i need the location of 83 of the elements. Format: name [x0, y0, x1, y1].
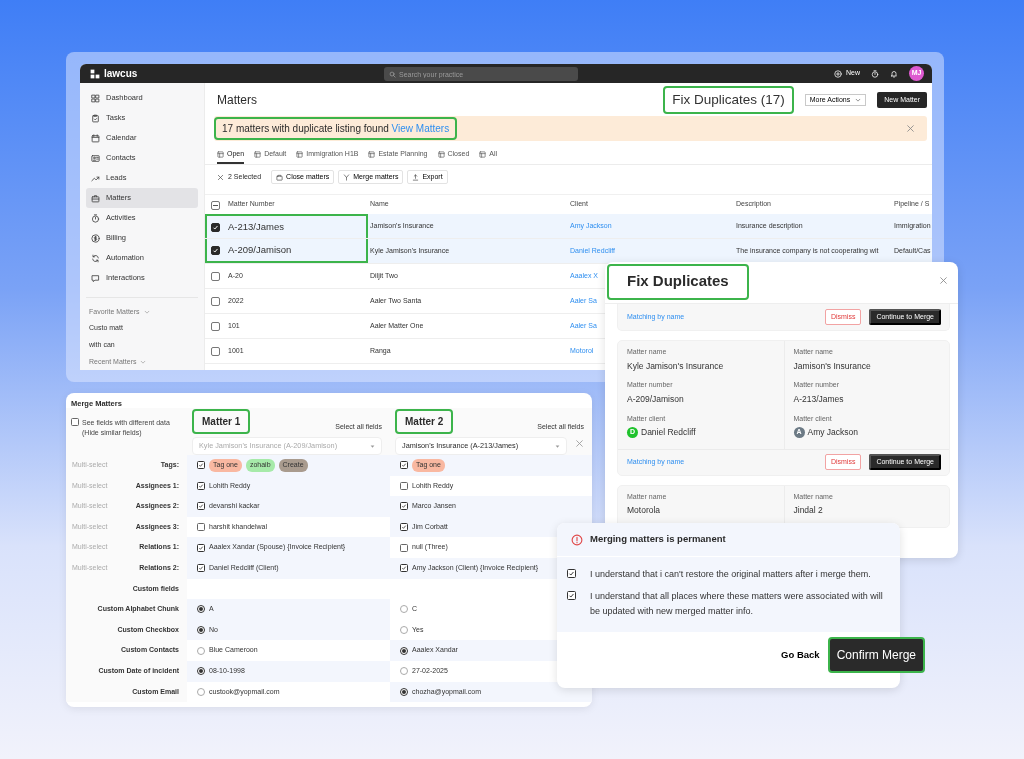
coin-icon — [91, 233, 100, 243]
briefcase-icon — [91, 193, 100, 203]
trend-icon — [91, 173, 100, 183]
checkbox[interactable] — [211, 245, 220, 255]
grid-icon — [91, 93, 100, 103]
caret-icon — [370, 443, 375, 449]
checkbox[interactable] — [197, 543, 205, 552]
logo-text: lawcus — [104, 67, 138, 81]
checkbox[interactable] — [567, 591, 576, 600]
checkbox[interactable] — [71, 418, 79, 426]
page-title: Matters — [217, 92, 257, 109]
field-value: A-209/Jamison — [627, 392, 684, 406]
search-icon — [389, 70, 396, 78]
table-icon — [296, 150, 304, 158]
field-value: Motorola — [627, 504, 661, 517]
checkbox[interactable] — [400, 564, 408, 573]
clipboard-icon — [91, 113, 100, 123]
close-icon[interactable] — [939, 276, 948, 285]
warning-icon — [571, 533, 583, 546]
checkbox[interactable] — [197, 481, 205, 490]
plus-circle-icon — [834, 69, 842, 78]
field-value: Daniel Redcliff — [641, 426, 696, 439]
export-icon — [412, 173, 420, 181]
field-value: Jindal 2 — [793, 504, 823, 517]
checkbox[interactable] — [211, 296, 220, 306]
bell-icon — [890, 69, 898, 78]
radio-button[interactable] — [400, 667, 408, 676]
dialog-title: Merging matters is permanent — [590, 532, 726, 547]
chevron-down-icon — [140, 359, 147, 365]
checkbox[interactable] — [400, 523, 408, 532]
contact-card-icon — [91, 153, 100, 163]
select-all-checkbox[interactable] — [211, 200, 220, 210]
table-icon — [437, 150, 445, 158]
checkbox-label: I understand that i can't restore the original matters after i merge them. — [590, 568, 871, 581]
table-cell: A-209/Jamison — [228, 243, 292, 255]
checkbox[interactable] — [567, 569, 576, 578]
dialog-title: Fix Duplicates — [607, 264, 749, 300]
table-icon — [254, 150, 262, 158]
checkbox[interactable] — [400, 502, 408, 511]
field-value: A-213/James — [793, 392, 844, 406]
radio-button[interactable] — [197, 605, 205, 614]
radio-button[interactable] — [197, 687, 205, 696]
checkbox[interactable] — [197, 461, 205, 470]
stopwatch-icon — [91, 213, 100, 223]
checkbox[interactable] — [400, 461, 408, 470]
checkbox[interactable] — [400, 543, 408, 552]
radio-button[interactable] — [400, 646, 408, 655]
refresh-icon — [91, 253, 100, 263]
field-value: Amy Jackson — [807, 426, 859, 439]
fix-duplicates-button[interactable]: Fix Duplicates (17) — [663, 85, 794, 115]
checkbox[interactable] — [211, 321, 220, 331]
caret-icon — [855, 97, 862, 103]
table-icon — [479, 150, 487, 158]
checkbox[interactable] — [197, 502, 205, 511]
checkbox[interactable] — [400, 481, 408, 490]
checkbox[interactable] — [211, 271, 220, 281]
radio-button[interactable] — [400, 687, 408, 696]
checkbox[interactable] — [211, 346, 220, 356]
checkbox[interactable] — [211, 222, 220, 232]
column-title: Matter 2 — [395, 409, 454, 434]
column-title: Matter 1 — [192, 409, 251, 434]
close-icon — [217, 173, 224, 181]
chevron-down-icon — [143, 309, 150, 315]
radio-button[interactable] — [197, 667, 205, 676]
table-cell: A-213/James — [228, 220, 284, 232]
radio-button[interactable] — [400, 626, 408, 635]
checkbox-label: I understand that all places where these matters were associated with will be updated with new merged matter info. — [590, 590, 884, 618]
timer-icon — [871, 69, 879, 78]
confirm-merge-button[interactable]: Confirm Merge — [827, 637, 925, 673]
calendar-icon — [91, 133, 100, 143]
go-back-button[interactable]: Go Back — [781, 647, 820, 663]
merge-icon — [343, 173, 351, 181]
chat-icon — [91, 273, 100, 283]
alert-message: 17 matters with duplicate listing found View Matters — [214, 117, 458, 140]
radio-button[interactable] — [197, 626, 205, 635]
caret-icon — [555, 443, 560, 449]
table-icon — [368, 150, 376, 158]
radio-button[interactable] — [197, 646, 205, 655]
checkbox[interactable] — [197, 564, 205, 573]
radio-button[interactable] — [400, 605, 408, 614]
table-icon — [217, 150, 224, 158]
logo-icon — [90, 68, 100, 79]
checkbox[interactable] — [197, 523, 205, 532]
